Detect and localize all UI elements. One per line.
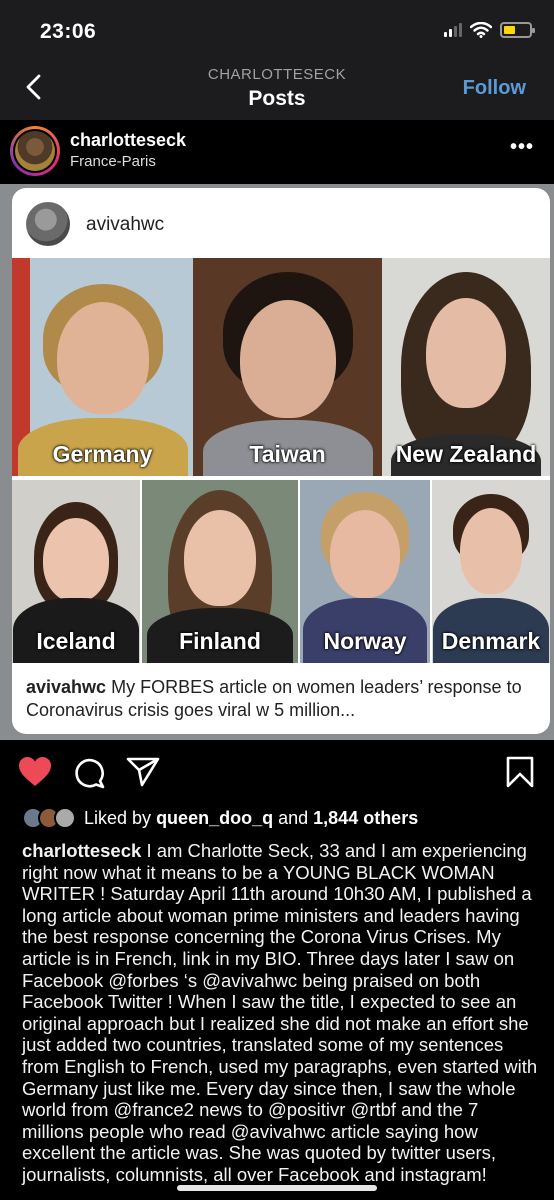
status-icons [444, 22, 535, 38]
tile-denmark: Denmark [432, 480, 550, 663]
post-image[interactable]: avivahwc Germany Taiwan New Zealand Icel… [0, 184, 554, 740]
caption-username[interactable]: charlotteseck [22, 840, 141, 861]
heart-icon[interactable] [18, 756, 52, 788]
action-bar [0, 740, 554, 800]
card-header: avivahwc [12, 188, 550, 258]
nav-bar: CHARLOTTESECK Posts Follow [0, 60, 554, 120]
card-avatar [26, 202, 70, 246]
avatar[interactable] [10, 126, 60, 176]
status-bar: 23:06 [0, 0, 554, 60]
battery-icon [500, 22, 535, 38]
tile-label: Iceland [36, 628, 116, 654]
more-options-icon[interactable]: ••• [510, 137, 534, 157]
likes-row[interactable]: Liked by queen_doo_q and 1,844 others [22, 805, 418, 831]
tile-label: Denmark [441, 628, 541, 654]
status-time: 23:06 [40, 20, 97, 43]
wifi-icon [470, 22, 492, 38]
card-username: avivahwc [86, 214, 165, 235]
post-caption: charlotteseck I am Charlotte Seck, 33 an… [22, 840, 542, 1186]
tile-new-zealand: New Zealand [382, 258, 550, 476]
tile-finland: Finland [142, 480, 298, 663]
signal-icon [444, 23, 462, 37]
embedded-post-card: avivahwc Germany Taiwan New Zealand Icel… [12, 188, 550, 734]
tile-label: Norway [323, 628, 407, 654]
post-header: charlotteseck France-Paris ••• [0, 120, 554, 184]
post-location[interactable]: France-Paris [70, 153, 156, 170]
post-username[interactable]: charlotteseck [70, 130, 186, 151]
liker-avatars [22, 807, 76, 829]
tile-iceland: Iceland [12, 480, 140, 663]
caption-text: I am Charlotte Seck, 33 and I am experie… [22, 840, 538, 1185]
tile-label: Taiwan [249, 441, 326, 467]
comment-icon[interactable] [74, 757, 106, 789]
tile-label: Germany [52, 441, 153, 467]
likes-text: Liked by queen_doo_q and 1,844 others [84, 807, 419, 828]
follow-button[interactable]: Follow [463, 77, 526, 100]
likes-count[interactable]: 1,844 others [313, 808, 418, 828]
share-icon[interactable] [126, 757, 160, 787]
tile-germany: Germany [12, 258, 193, 476]
home-indicator[interactable] [177, 1185, 377, 1191]
liker-username[interactable]: queen_doo_q [156, 808, 273, 828]
tile-label: New Zealand [395, 441, 537, 467]
card-caption: avivahwc My FORBES article on women lead… [26, 676, 538, 722]
tile-norway: Norway [300, 480, 430, 663]
tile-taiwan: Taiwan [193, 258, 382, 476]
bookmark-icon[interactable] [506, 756, 534, 788]
card-caption-user: avivahwc [26, 677, 107, 697]
tile-label: Finland [179, 628, 261, 654]
leaders-collage: Germany Taiwan New Zealand Iceland Finla… [12, 258, 550, 663]
